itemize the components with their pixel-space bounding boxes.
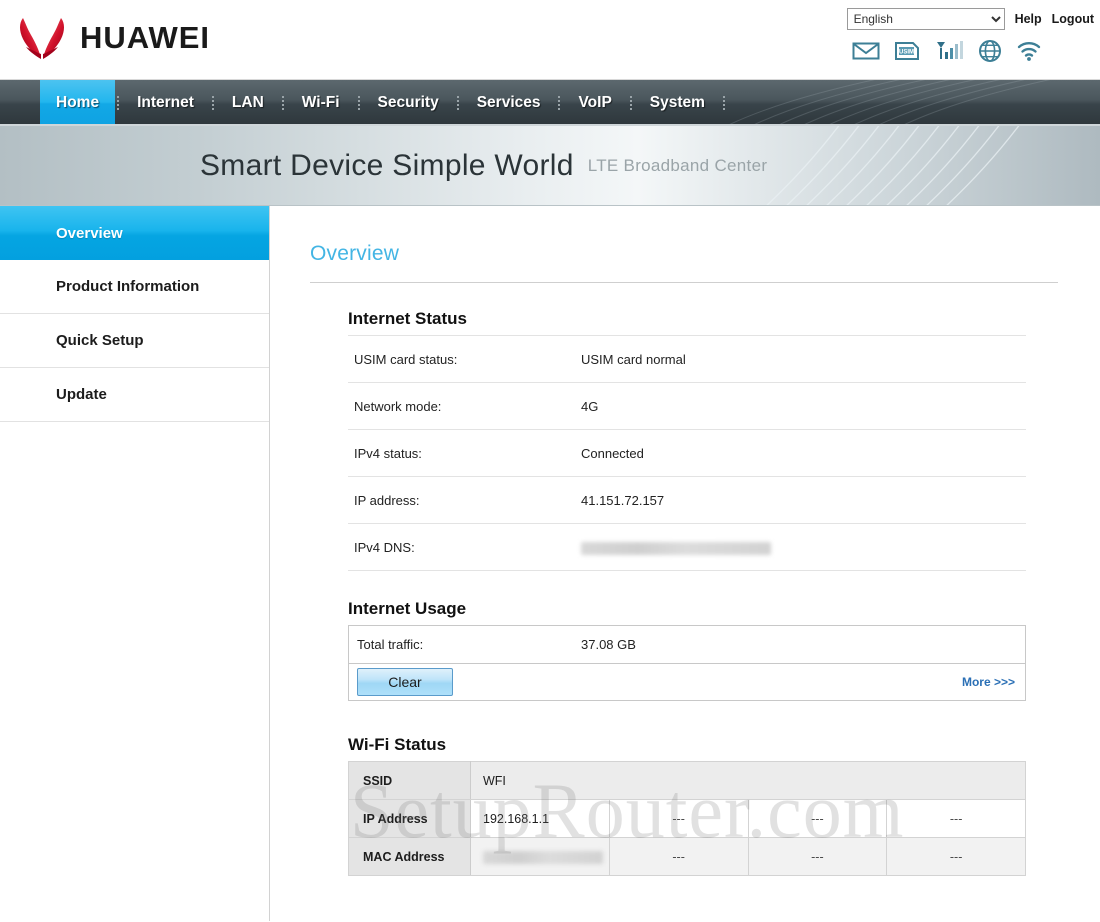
table-row: IPv4 status: Connected [348, 429, 1026, 477]
table-row: Network mode: 4G [348, 382, 1026, 430]
wifi-icon[interactable] [1016, 40, 1042, 62]
huawei-flower-icon [20, 18, 64, 59]
sidebar: Overview Product Information Quick Setup… [0, 206, 270, 921]
row-value: USIM card normal [581, 351, 686, 367]
mac-address-value-3: --- [747, 837, 888, 876]
signal-icon[interactable] [934, 40, 964, 62]
row-header-ssid: SSID [348, 761, 471, 800]
row-header-mac-address: MAC Address [348, 837, 471, 876]
nav-item-internet[interactable]: Internet [121, 80, 210, 124]
row-label: IPv4 DNS: [354, 539, 415, 555]
logout-link[interactable]: Logout [1052, 12, 1094, 26]
ip-address-value-1: 192.168.1.1 [470, 799, 610, 838]
nav-separator [558, 96, 561, 110]
page-body: Overview Product Information Quick Setup… [0, 206, 1100, 921]
brand-name: HUAWEI [80, 20, 210, 55]
sidebar-item-quick-setup[interactable]: Quick Setup [0, 314, 269, 368]
table-row: IP address: 41.151.72.157 [348, 476, 1026, 524]
table-row: IP Address 192.168.1.1 --- --- --- [348, 799, 1026, 838]
sidebar-item-update[interactable]: Update [0, 368, 269, 422]
brand-logo: HUAWEI [14, 14, 210, 62]
wifi-status-heading: Wi-Fi Status [348, 735, 447, 754]
nav-item-security[interactable]: Security [362, 80, 455, 124]
header-right-cluster: English Help Logout USIM [846, 8, 1094, 63]
nav-separator [357, 96, 360, 110]
nav-separator [722, 96, 725, 110]
wifi-status-table: SSID WFI IP Address 192.168.1.1 --- --- … [348, 761, 1026, 876]
nav-item-voip[interactable]: VoIP [562, 80, 627, 124]
language-select[interactable]: English [846, 8, 1005, 30]
redacted-value [483, 850, 603, 864]
usage-actions-row: Clear More >>> [349, 664, 1025, 700]
nav-separator [629, 96, 632, 110]
internet-status-heading: Internet Status [348, 309, 468, 328]
sidebar-item-product-information[interactable]: Product Information [0, 260, 269, 314]
sidebar-item-overview[interactable]: Overview [0, 206, 269, 260]
page-title: Overview [310, 242, 400, 265]
row-label: Network mode: [354, 398, 442, 414]
main-navigation: Home Internet LAN Wi-Fi Security Service… [0, 80, 1100, 126]
row-label: IPv4 status: [354, 445, 422, 461]
row-value-redacted [580, 524, 1026, 571]
total-traffic-value: 37.08 GB [581, 637, 636, 652]
row-label: USIM card status: [354, 351, 458, 367]
banner-subtitle: LTE Broadband Center [587, 155, 768, 175]
ssid-value: WFI [470, 761, 1026, 800]
row-value: 4G [581, 398, 599, 414]
nav-item-lan[interactable]: LAN [216, 80, 280, 124]
nav-item-home[interactable]: Home [40, 80, 116, 124]
usim-icon[interactable]: USIM [894, 41, 920, 61]
mac-address-value-2: --- [608, 837, 749, 876]
ip-address-value-3: --- [747, 799, 888, 838]
usim-icon-label: USIM [899, 50, 914, 56]
row-value: Connected [581, 445, 644, 461]
table-row: SSID WFI [348, 761, 1026, 800]
total-traffic-label: Total traffic: [357, 637, 424, 652]
redacted-value [581, 541, 771, 555]
row-label: IP address: [354, 492, 420, 508]
nav-item-list: Home Internet LAN Wi-Fi Security Service… [0, 80, 1100, 124]
more-link[interactable]: More >>> [962, 675, 1015, 689]
nav-separator [456, 96, 459, 110]
hero-banner: Smart Device Simple World LTE Broadband … [0, 126, 1100, 206]
mac-address-value-1 [470, 837, 610, 876]
table-row: IPv4 DNS: [348, 523, 1026, 571]
ip-address-value-4: --- [886, 799, 1026, 838]
clear-button[interactable]: Clear [357, 668, 453, 696]
row-value: 41.151.72.157 [581, 492, 665, 508]
nav-separator [117, 96, 120, 110]
internet-usage-heading: Internet Usage [348, 599, 467, 618]
mac-address-value-4: --- [886, 837, 1026, 876]
mail-icon[interactable] [852, 41, 880, 61]
main-content: Overview Internet Status USIM card statu… [270, 206, 1100, 921]
table-row: USIM card status: USIM card normal [348, 335, 1026, 383]
title-divider [310, 282, 1058, 283]
wifi-status-section: Wi-Fi Status SSID WFI IP Address 192.168… [310, 735, 1058, 876]
site-header: HUAWEI English Help Logout USIM [0, 0, 1100, 80]
internet-status-table: USIM card status: USIM card normal Netwo… [348, 335, 1026, 571]
globe-icon[interactable] [978, 39, 1002, 63]
nav-separator [281, 96, 284, 110]
nav-item-services[interactable]: Services [461, 80, 557, 124]
ip-address-value-2: --- [608, 799, 749, 838]
nav-item-system[interactable]: System [634, 80, 721, 124]
banner-headline: Smart Device Simple World [200, 148, 574, 182]
nav-item-wifi[interactable]: Wi-Fi [286, 80, 356, 124]
help-link[interactable]: Help [1015, 12, 1042, 26]
internet-usage-box: Total traffic: 37.08 GB Clear More >>> [348, 625, 1026, 701]
table-row: MAC Address --- --- --- [348, 837, 1026, 876]
nav-separator [211, 96, 214, 110]
total-traffic-row: Total traffic: 37.08 GB [349, 626, 1025, 664]
row-header-ip-address: IP Address [348, 799, 471, 838]
